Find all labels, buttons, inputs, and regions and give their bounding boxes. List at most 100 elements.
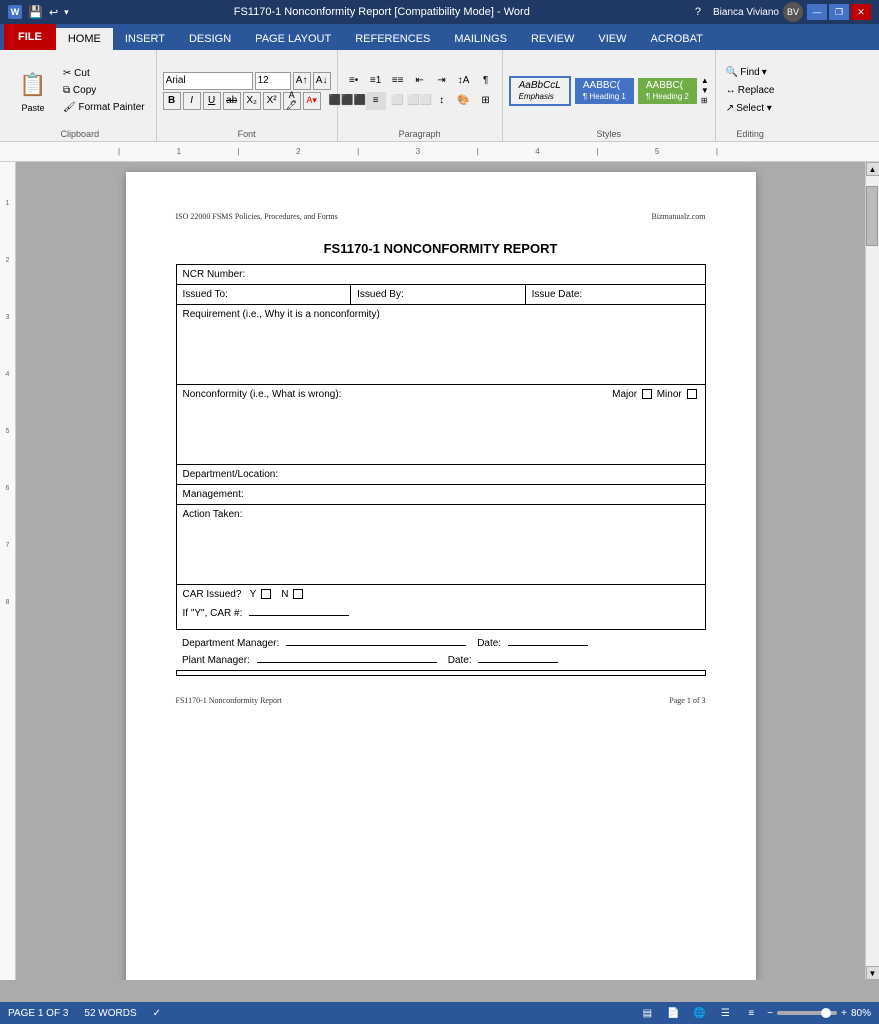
- ruler: | 1 | 2 | 3 | 4 | 5 |: [0, 142, 879, 162]
- line-spacing-button[interactable]: ↕: [432, 92, 452, 110]
- grow-font-button[interactable]: A↑: [293, 72, 311, 90]
- tab-acrobat[interactable]: ACROBAT: [638, 28, 714, 50]
- tab-file[interactable]: FILE: [4, 24, 56, 50]
- close-button[interactable]: ✕: [851, 4, 871, 20]
- zoom-in-button[interactable]: +: [841, 1008, 847, 1019]
- issued-by-cell: Issued By:: [351, 285, 526, 305]
- font-color-button[interactable]: A▾: [303, 92, 321, 110]
- tab-home[interactable]: HOME: [56, 28, 113, 50]
- full-reading-view-button[interactable]: 📄: [663, 1005, 683, 1021]
- paste-button[interactable]: 📋 Paste: [10, 64, 56, 118]
- restore-button[interactable]: ❐: [829, 4, 849, 20]
- tab-page-layout[interactable]: PAGE LAYOUT: [243, 28, 343, 50]
- action-cell: Action Taken:: [176, 505, 705, 585]
- zoom-out-button[interactable]: −: [767, 1008, 773, 1019]
- tab-mailings[interactable]: MAILINGS: [442, 28, 519, 50]
- justify-button[interactable]: ⬜⬜: [410, 92, 430, 110]
- mgmt-cell: Management:: [176, 485, 705, 505]
- cut-button[interactable]: ✂ Cut: [58, 66, 150, 81]
- select-button[interactable]: ↗ Select ▾: [722, 101, 779, 116]
- dept-manager-label: Department Manager:: [182, 638, 279, 649]
- styles-label: Styles: [596, 127, 621, 139]
- styles-up[interactable]: ▲: [701, 76, 709, 85]
- bold-button[interactable]: B: [163, 92, 181, 110]
- multilevel-button[interactable]: ≡≡: [388, 72, 408, 90]
- styles-down[interactable]: ▼: [701, 86, 709, 95]
- tab-insert[interactable]: INSERT: [113, 28, 177, 50]
- web-layout-view-button[interactable]: 🌐: [689, 1005, 709, 1021]
- print-layout-view-button[interactable]: ▤: [637, 1005, 657, 1021]
- car-n-checkbox[interactable]: [293, 589, 303, 599]
- tab-design[interactable]: DESIGN: [177, 28, 243, 50]
- document-page: ISO 22000 FSMS Policies, Procedures, and…: [126, 172, 756, 980]
- bullets-button[interactable]: ≡•: [344, 72, 364, 90]
- document-scroll-area[interactable]: ISO 22000 FSMS Policies, Procedures, and…: [16, 162, 865, 980]
- scroll-up-button[interactable]: ▲: [866, 162, 879, 176]
- issue-date-cell: Issue Date:: [525, 285, 705, 305]
- tab-references[interactable]: REFERENCES: [343, 28, 442, 50]
- italic-button[interactable]: I: [183, 92, 201, 110]
- ribbon: 📋 Paste ✂ Cut ⧉ Copy 🖌 Format Painter Cl…: [0, 50, 879, 142]
- copy-button[interactable]: ⧉ Copy: [58, 83, 150, 98]
- draft-view-button[interactable]: ≡: [741, 1005, 761, 1021]
- car-y-checkbox[interactable]: [261, 589, 271, 599]
- style-heading1[interactable]: AABBC(¶ Heading 1: [575, 78, 634, 104]
- find-button[interactable]: 🔍 Find ▾: [722, 65, 779, 80]
- align-center-button[interactable]: ≡: [366, 92, 386, 110]
- decrease-indent-button[interactable]: ⇤: [410, 72, 430, 90]
- shading-button[interactable]: 🎨: [454, 92, 474, 110]
- numbering-button[interactable]: ≡1: [366, 72, 386, 90]
- font-size-select[interactable]: [255, 72, 291, 90]
- tab-review[interactable]: REVIEW: [519, 28, 586, 50]
- scroll-thumb[interactable]: [866, 186, 878, 246]
- font-family-select[interactable]: [163, 72, 253, 90]
- header-left: ISO 22000 FSMS Policies, Procedures, and…: [176, 212, 338, 221]
- proofing-icon: ✓: [153, 1008, 161, 1019]
- word-icon: W: [8, 5, 22, 19]
- superscript-button[interactable]: X²: [263, 92, 281, 110]
- shrink-font-button[interactable]: A↓: [313, 72, 331, 90]
- paragraph-content: ≡• ≡1 ≡≡ ⇤ ⇥ ↕A ¶ ⬛⬛⬛⬛ ≡ ⬜ ⬜⬜ ↕ 🎨 ⊞: [344, 54, 496, 127]
- style-heading2[interactable]: AABBC(¶ Heading 2: [638, 78, 697, 104]
- footer-page: Page 1 of 3: [669, 696, 705, 705]
- help-btn[interactable]: ?: [695, 6, 701, 18]
- dept-manager-signature-line: [286, 645, 466, 646]
- align-right-button[interactable]: ⬜: [388, 92, 408, 110]
- borders-button[interactable]: ⊞: [476, 92, 496, 110]
- styles-expand[interactable]: ⊞: [701, 96, 709, 105]
- right-scrollbar: ▲ ▼: [865, 162, 879, 980]
- text-highlight-button[interactable]: A🖊: [283, 92, 301, 110]
- car-number-label: If "Y", CAR #:: [183, 608, 243, 619]
- style-emphasis[interactable]: AaBbCcLEmphasis: [509, 76, 571, 106]
- car-issued-row: CAR Issued? Y N: [176, 585, 705, 605]
- quick-save[interactable]: 💾: [28, 5, 43, 19]
- sort-button[interactable]: ↕A: [454, 72, 474, 90]
- issued-to-cell: Issued To:: [176, 285, 351, 305]
- show-formatting-button[interactable]: ¶: [476, 72, 496, 90]
- bottom-border-row: [176, 671, 705, 676]
- quick-undo[interactable]: ↩: [49, 6, 58, 19]
- strikethrough-button[interactable]: ab: [223, 92, 241, 110]
- format-painter-button[interactable]: 🖌 Format Painter: [58, 100, 150, 115]
- font-row1: A↑ A↓: [163, 72, 331, 90]
- zoom-slider[interactable]: [777, 1011, 837, 1015]
- paragraph-label: Paragraph: [399, 127, 441, 139]
- minor-checkbox[interactable]: [687, 389, 697, 399]
- scroll-track: [866, 176, 879, 966]
- outline-view-button[interactable]: ☰: [715, 1005, 735, 1021]
- underline-button[interactable]: U: [203, 92, 221, 110]
- zoom-thumb[interactable]: [821, 1008, 831, 1018]
- align-left-button[interactable]: ⬛⬛⬛⬛: [344, 92, 364, 110]
- minimize-button[interactable]: —: [807, 4, 827, 20]
- subscript-button[interactable]: X₂: [243, 92, 261, 110]
- tab-view[interactable]: VIEW: [586, 28, 638, 50]
- requirement-cell: Requirement (i.e., Why it is a nonconfor…: [176, 305, 705, 385]
- major-checkbox[interactable]: [642, 389, 652, 399]
- scroll-down-button[interactable]: ▼: [866, 966, 879, 980]
- replace-button[interactable]: ↔ Replace: [722, 83, 779, 98]
- increase-indent-button[interactable]: ⇥: [432, 72, 452, 90]
- zoom-level: 80%: [851, 1008, 871, 1019]
- footer-text: FS1170-1 Nonconformity Report: [176, 696, 282, 705]
- window-title: FS1170-1 Nonconformity Report [Compatibi…: [69, 6, 695, 18]
- header-right: Bizmanualz.com: [652, 212, 706, 221]
